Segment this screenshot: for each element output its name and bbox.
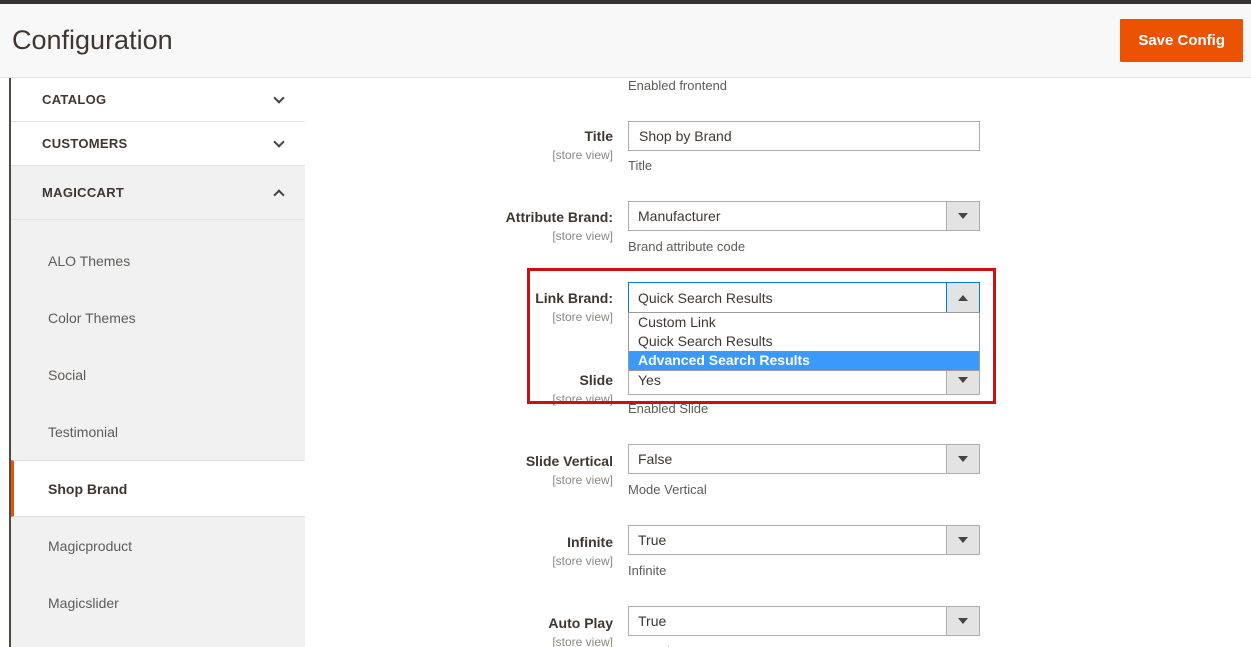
sidebar-item-magicslider[interactable]: Magicslider [11,574,305,631]
field-label: Attribute Brand: [305,208,613,226]
infinite-select[interactable]: True [628,525,980,555]
field-scope: [store view] [305,633,613,647]
page-header: Configuration Save Config [0,4,1251,78]
select-value: False [629,451,946,467]
enabled-frontend-comment: Enabled frontend [628,78,727,93]
slide-comment: Enabled Slide [628,401,708,416]
sidebar-section-label: CUSTOMERS [42,136,128,151]
chevron-down-icon [273,92,284,103]
select-arrow-button[interactable] [946,607,979,635]
slide-vertical-comment: Mode Vertical [628,482,707,497]
select-value: Manufacturer [629,208,946,224]
dropdown-option-custom-link[interactable]: Custom Link [629,313,979,332]
select-arrow-button[interactable] [946,526,979,554]
select-arrow-button[interactable] [946,283,979,312]
sidebar-item-shop-brand[interactable]: Shop Brand [11,460,305,517]
save-config-button[interactable]: Save Config [1120,19,1243,62]
caret-down-icon [958,537,968,543]
attribute-brand-field-label: Attribute Brand: [store view] [305,208,613,245]
sidebar-subitems: ALO Themes Color Themes Social Testimoni… [11,220,305,647]
sidebar-section-label: CATALOG [42,92,106,107]
infinite-comment: Infinite [628,563,666,578]
title-input[interactable] [628,121,980,151]
slide-vertical-field-label: Slide Vertical [store view] [305,452,613,489]
select-arrow-button[interactable] [946,445,979,473]
sidebar-section-catalog[interactable]: CATALOG [11,78,305,122]
configuration-page: Configuration Save Config CATALOG CUSTOM… [0,0,1251,647]
caret-down-icon [958,456,968,462]
field-scope: [store view] [305,227,613,245]
link-brand-dropdown-list: Custom Link Quick Search Results Advance… [628,312,980,371]
caret-up-icon [958,295,968,301]
sidebar-item-magicproduct[interactable]: Magicproduct [11,517,305,574]
slide-vertical-select[interactable]: False [628,444,980,474]
sidebar-section-label: MAGICCART [42,185,124,200]
config-sidebar: CATALOG CUSTOMERS MAGICCART ALO Themes C… [11,78,305,647]
sidebar-item-testimonial[interactable]: Testimonial [11,403,305,460]
field-label: Slide [305,371,613,389]
link-brand-select[interactable]: Quick Search Results [628,282,980,313]
field-scope: [store view] [305,308,613,326]
dropdown-option-quick-search-results[interactable]: Quick Search Results [629,332,979,351]
attribute-brand-select[interactable]: Manufacturer [628,201,980,231]
caret-down-icon [958,213,968,219]
field-scope: [store view] [305,552,613,570]
sidebar-section-customers[interactable]: CUSTOMERS [11,122,305,166]
select-value: Yes [629,372,946,388]
select-value: True [629,613,946,629]
link-brand-field-label: Link Brand: [store view] [305,289,613,326]
infinite-field-label: Infinite [store view] [305,533,613,570]
auto-play-field-label: Auto Play [store view] [305,614,613,647]
chevron-down-icon [273,136,284,147]
caret-down-icon [958,377,968,383]
dropdown-option-advanced-search-results[interactable]: Advanced Search Results [629,351,979,370]
title-comment: Title [628,158,652,173]
field-label: Slide Vertical [305,452,613,470]
attribute-brand-comment: Brand attribute code [628,239,745,254]
select-arrow-button[interactable] [946,202,979,230]
field-label: Title [305,127,613,145]
select-value: True [629,532,946,548]
field-label: Link Brand: [305,289,613,307]
field-scope: [store view] [305,146,613,164]
slide-field-label: Slide [store view] [305,371,613,408]
caret-down-icon [958,618,968,624]
field-scope: [store view] [305,471,613,489]
sidebar-item-social[interactable]: Social [11,346,305,403]
chevron-up-icon [273,189,284,200]
auto-play-select[interactable]: True [628,606,980,636]
field-label: Auto Play [305,614,613,632]
title-field-label: Title [store view] [305,127,613,164]
sidebar-section-magiccart[interactable]: MAGICCART [11,166,305,220]
field-label: Infinite [305,533,613,551]
sidebar-item-color-themes[interactable]: Color Themes [11,289,305,346]
page-title: Configuration [12,25,173,56]
sidebar-item-alo-themes[interactable]: ALO Themes [11,232,305,289]
field-scope: [store view] [305,390,613,408]
select-value: Quick Search Results [629,290,946,306]
